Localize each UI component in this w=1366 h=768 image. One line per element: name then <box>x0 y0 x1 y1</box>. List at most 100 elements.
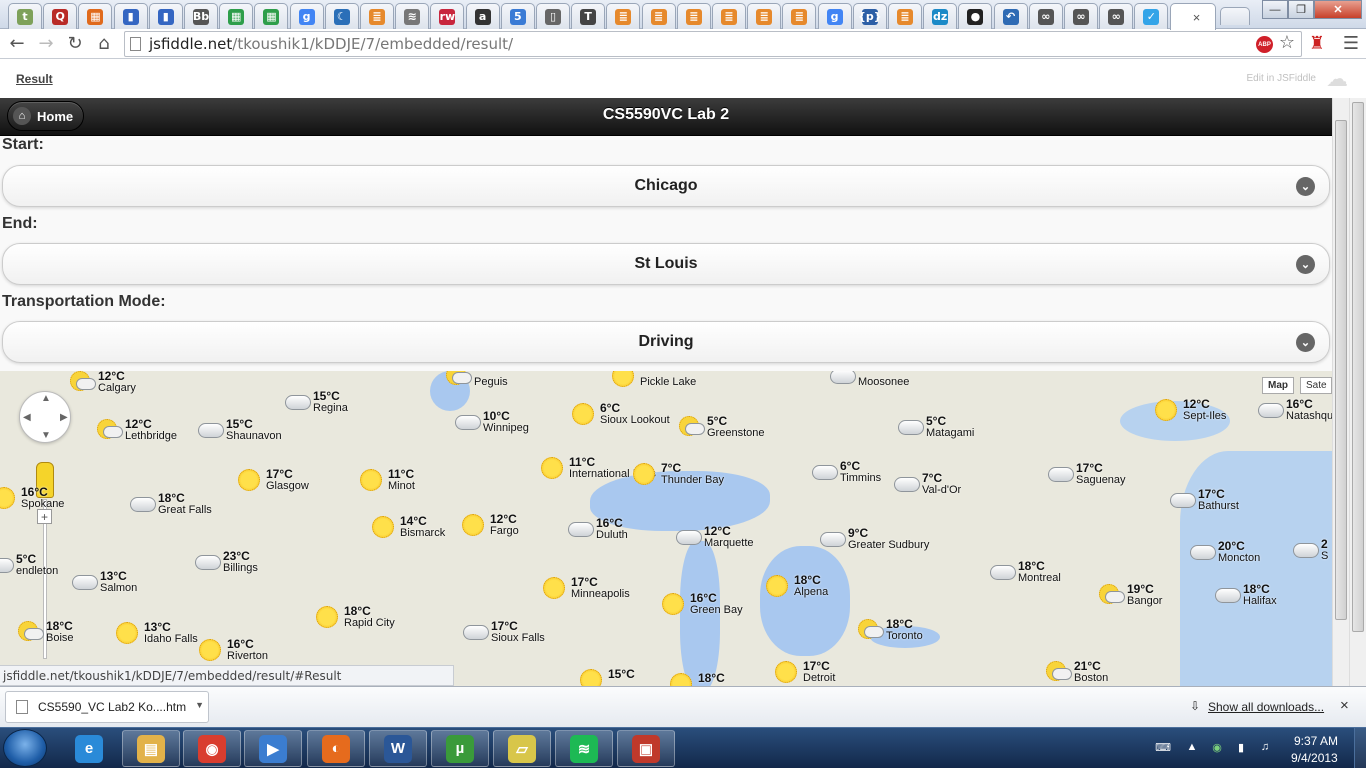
taskbar-ie-button[interactable]: e <box>60 730 118 767</box>
sun-icon <box>462 514 484 536</box>
taskbar-pdf-button[interactable]: ▣ <box>617 730 675 767</box>
taskbar-explorer-button[interactable]: ▤ <box>122 730 180 767</box>
address-bar[interactable]: jsfiddle.net/tkoushik1/kDDJE/7/embedded/… <box>124 31 1302 57</box>
browser-tab[interactable]: g <box>289 3 324 29</box>
city-name: Alpena <box>794 586 829 598</box>
cloud-icon <box>455 415 481 430</box>
browser-tab[interactable]: ≣ <box>676 3 711 29</box>
start-select[interactable]: Chicago ⌄ <box>2 165 1330 207</box>
browser-tab[interactable]: ☾ <box>324 3 359 29</box>
taskbar-chrome-button[interactable]: ◉ <box>183 730 241 767</box>
browser-tab[interactable]: ● <box>958 3 993 29</box>
browser-tab[interactable]: ▦ <box>219 3 254 29</box>
cloud-icon <box>0 558 14 573</box>
browser-tab[interactable]: Bb <box>184 3 218 29</box>
volume-icon[interactable]: ♫ <box>1258 740 1272 754</box>
minimize-button[interactable]: — <box>1262 0 1288 19</box>
city-temperature: 19°C <box>1127 582 1154 596</box>
browser-tab[interactable]: ≣ <box>641 3 676 29</box>
browser-tab[interactable]: T <box>571 3 606 29</box>
browser-tab[interactable]: ▮ <box>113 3 148 29</box>
close-tab-icon[interactable]: × <box>1193 10 1201 25</box>
extension-icon[interactable]: ♜ <box>1306 34 1328 54</box>
browser-tab[interactable]: a <box>465 3 500 29</box>
browser-tab[interactable]: ≣ <box>747 3 782 29</box>
reload-icon[interactable]: ↻ <box>64 34 86 54</box>
network-icon[interactable]: ◉ <box>1210 740 1224 754</box>
taskbar-spotify-button[interactable]: ≋ <box>555 730 613 767</box>
home-icon[interactable]: ⌂ <box>93 34 115 54</box>
adblock-icon[interactable]: ABP <box>1256 36 1273 53</box>
browser-tab[interactable]: ∞ <box>1028 3 1063 29</box>
taskbar-notes-button[interactable]: ▱ <box>493 730 551 767</box>
html5-icon: 5 <box>509 8 526 25</box>
cloud-icon <box>894 477 920 492</box>
browser-tab[interactable]: Q <box>43 3 78 29</box>
browser-tab[interactable]: ▦ <box>78 3 113 29</box>
cloud-icon <box>820 532 846 547</box>
show-desktop-button[interactable] <box>1354 728 1366 768</box>
end-select[interactable]: St Louis ⌄ <box>2 243 1330 285</box>
active-browser-tab[interactable]: × <box>1169 3 1216 30</box>
taskbar-media-button[interactable]: ▶ <box>244 730 302 767</box>
app-page: ⌂ Home CS5590VC Lab 2 Start: Chicago ⌄ E… <box>0 98 1332 686</box>
browser-tab[interactable]: ≋ <box>395 3 430 29</box>
new-tab-button[interactable] <box>1219 7 1250 25</box>
maximize-button[interactable]: ❐ <box>1288 0 1314 19</box>
browser-tab[interactable]: 5 <box>500 3 535 29</box>
pan-control[interactable]: ▲ ▼ ◀ ▶ <box>19 391 71 443</box>
back-icon[interactable]: ← <box>6 34 28 54</box>
transport-mode-select[interactable]: Driving ⌄ <box>2 321 1330 363</box>
chevron-down-icon: ⌄ <box>1296 333 1315 352</box>
browser-tab[interactable]: {p} <box>852 3 887 29</box>
clock-date[interactable]: 9/4/2013 <box>1291 751 1338 765</box>
browser-tab[interactable]: g <box>817 3 852 29</box>
result-tab[interactable]: Result <box>16 72 53 86</box>
browser-tab[interactable]: ✓ <box>1134 3 1169 29</box>
browser-tab[interactable]: ▯ <box>536 3 570 29</box>
browser-tab[interactable]: ≣ <box>360 3 394 29</box>
forward-icon[interactable]: → <box>35 34 57 54</box>
tray-expand-icon[interactable]: ▲ <box>1185 740 1199 754</box>
transport-mode-value: Driving <box>638 333 694 350</box>
taskbar-utorrent-button[interactable]: µ <box>431 730 489 767</box>
inner-scrollbar[interactable] <box>1332 98 1349 686</box>
taskbar-word-button[interactable]: W <box>369 730 427 767</box>
chevron-down-icon[interactable]: ▼ <box>195 700 204 710</box>
close-window-button[interactable]: ✕ <box>1314 0 1362 19</box>
city-name: Billings <box>223 562 258 574</box>
browser-tab[interactable]: ▮ <box>148 3 183 29</box>
keyboard-icon[interactable]: ⌨ <box>1155 740 1171 754</box>
weather-map[interactable]: Map Sate ▲ ▼ ◀ ▶ + 12°C Calgary 15°C Regina Pe… <box>0 371 1332 686</box>
browser-tab[interactable]: rw <box>430 3 465 29</box>
menu-icon[interactable]: ☰ <box>1340 34 1362 54</box>
city-temperature: 9°C <box>848 526 869 540</box>
chevron-down-icon: ⌄ <box>1296 255 1315 274</box>
satellite-view-button[interactable]: Sate <box>1300 377 1332 394</box>
browser-tab[interactable]: ≣ <box>782 3 817 29</box>
start-button[interactable] <box>3 729 47 767</box>
browser-tab[interactable]: ≣ <box>888 3 922 29</box>
browser-tab[interactable]: ≣ <box>712 3 746 29</box>
browser-tab[interactable]: ▦ <box>254 3 289 29</box>
stack-icon: ≣ <box>721 8 737 25</box>
city-temperature: 17°C <box>1198 487 1225 501</box>
browser-tab[interactable]: ∞ <box>1099 3 1134 29</box>
browser-tab[interactable]: ∞ <box>1064 3 1098 29</box>
browser-tab[interactable]: t <box>8 3 42 29</box>
bookmark-star-icon[interactable]: ☆ <box>1276 33 1298 53</box>
browser-tab[interactable]: ≣ <box>606 3 641 29</box>
battery-icon[interactable]: ▮ <box>1234 740 1248 754</box>
taskbar-firefox-button[interactable]: ◐ <box>307 730 365 767</box>
show-all-downloads-link[interactable]: Show all downloads... <box>1208 700 1324 714</box>
page-scrollbar[interactable] <box>1349 98 1366 686</box>
map-view-button[interactable]: Map <box>1262 377 1294 394</box>
stack-icon: ≣ <box>791 8 808 25</box>
close-icon[interactable]: × <box>1340 697 1349 714</box>
clock-time[interactable]: 9:37 AM <box>1294 734 1338 748</box>
browser-tab[interactable]: ↶ <box>993 3 1028 29</box>
zoom-in-button[interactable]: + <box>37 509 52 524</box>
edit-in-jsfiddle-link[interactable]: Edit in JSFiddle <box>1247 73 1316 84</box>
browser-tab[interactable]: dz <box>923 3 958 29</box>
download-item[interactable]: CS5590_VC Lab2 Ko....htm ▼ <box>5 691 209 723</box>
